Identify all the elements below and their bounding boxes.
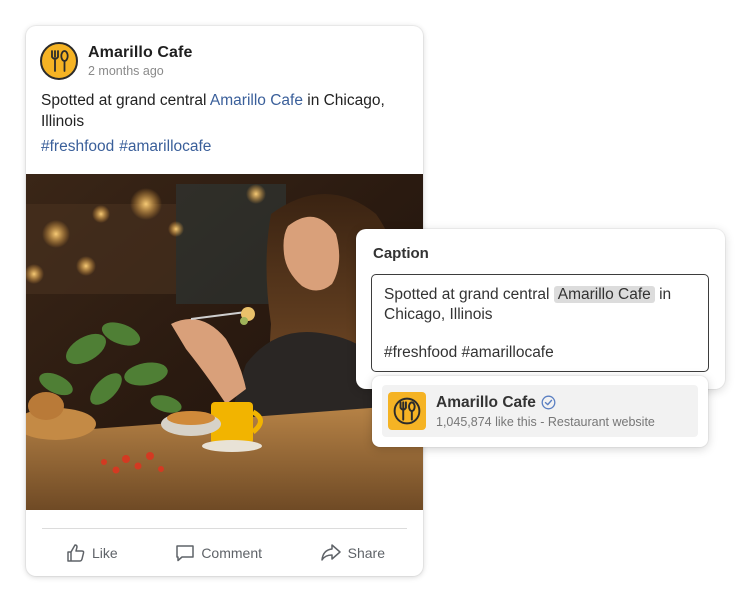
caption-hashtags: #freshfood #amarillocafe <box>384 344 554 361</box>
like-button[interactable]: Like <box>66 543 118 563</box>
caption-title: Caption <box>373 245 429 262</box>
like-label: Like <box>92 544 118 561</box>
caption-textarea[interactable]: Spotted at grand central Amarillo Cafe i… <box>371 274 709 372</box>
mention-suggestion-dropdown: Amarillo Cafe 1,045,874 like this - Rest… <box>372 376 708 447</box>
hashtag-link[interactable]: #freshfood <box>41 138 114 155</box>
comment-button[interactable]: Comment <box>175 543 262 563</box>
suggestion-meta: 1,045,874 like this - Restaurant website <box>436 414 655 429</box>
hashtag-link[interactable]: #amarillocafe <box>119 138 211 155</box>
post-mention-link[interactable]: Amarillo Cafe <box>210 92 303 109</box>
caption-mention-tag[interactable]: Amarillo Cafe <box>553 286 655 303</box>
post-author-name[interactable]: Amarillo Cafe <box>88 44 192 62</box>
comment-icon <box>176 544 195 561</box>
fork-spoon-icon <box>51 50 69 72</box>
thumbs-up-icon <box>67 543 85 562</box>
post-action-bar: Like Comment Share <box>42 528 407 576</box>
verified-check-icon <box>541 395 556 410</box>
share-arrow-icon <box>320 543 341 561</box>
post-hashtags: #freshfood #amarillocafe <box>41 138 216 156</box>
cafe-logo <box>388 392 426 430</box>
caption-panel: Caption Spotted at grand central Amarill… <box>356 229 725 389</box>
post-text-start: Spotted at grand central <box>41 92 210 109</box>
suggestion-name: Amarillo Cafe <box>436 393 536 411</box>
share-label: Share <box>347 544 385 561</box>
fork-spoon-icon <box>393 397 421 425</box>
share-button[interactable]: Share <box>320 543 385 563</box>
comment-label: Comment <box>201 544 262 561</box>
post-body-text: Spotted at grand central Amarillo Cafe i… <box>41 90 413 132</box>
post-header: Amarillo Cafe 2 months ago <box>40 42 192 80</box>
caption-text-start: Spotted at grand central <box>384 286 550 303</box>
mention-suggestion-item[interactable]: Amarillo Cafe 1,045,874 like this - Rest… <box>382 385 698 437</box>
cafe-avatar[interactable] <box>40 42 78 80</box>
post-timestamp[interactable]: 2 months ago <box>88 64 192 78</box>
